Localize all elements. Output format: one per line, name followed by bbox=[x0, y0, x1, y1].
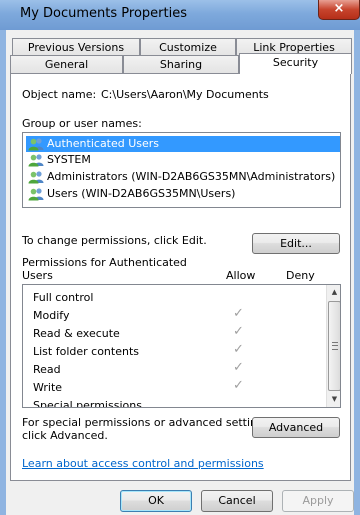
tab-label: Sharing bbox=[159, 58, 203, 71]
permissions-list[interactable]: Full control Modify Read & execute List … bbox=[22, 284, 341, 408]
user-group-icon bbox=[28, 154, 44, 167]
change-permissions-text: To change permissions, click Edit. bbox=[22, 234, 207, 247]
deny-column-header: Deny bbox=[286, 269, 315, 282]
list-item[interactable]: Users (WIN-D2AB6GS35MN\Users) bbox=[26, 186, 340, 202]
group-user-list[interactable]: Authenticated Users SYSTEM Administrator… bbox=[22, 132, 341, 208]
close-button[interactable]: × bbox=[318, 0, 360, 20]
title-bar[interactable]: My Documents Properties bbox=[0, 0, 360, 30]
apply-button[interactable]: Apply bbox=[282, 490, 354, 512]
tab-security[interactable]: Security bbox=[239, 53, 352, 74]
scroll-up-arrow-icon[interactable]: ▲ bbox=[327, 285, 340, 300]
list-item[interactable]: Administrators (WIN-D2AB6GS35MN\Administ… bbox=[26, 169, 340, 185]
learn-access-control-link[interactable]: Learn about access control and permissio… bbox=[22, 457, 264, 470]
scroll-down-arrow-icon[interactable]: ▼ bbox=[327, 392, 340, 407]
permission-name: Read & execute bbox=[33, 327, 120, 340]
group-name: Users (WIN-D2AB6GS35MN\Users) bbox=[47, 187, 236, 200]
tab-general[interactable]: General bbox=[10, 55, 123, 74]
permissions-for-label: Permissions for Authenticated bbox=[22, 256, 187, 269]
ok-button[interactable]: OK bbox=[120, 490, 192, 512]
allow-check-icon: ✓ bbox=[233, 360, 244, 375]
list-item[interactable]: SYSTEM bbox=[26, 152, 340, 168]
tab-label: Customize bbox=[159, 41, 217, 54]
tab-label: Previous Versions bbox=[27, 41, 125, 54]
group-label: Group or user names: bbox=[22, 117, 142, 130]
object-name-label: Object name: bbox=[22, 88, 97, 101]
edit-button[interactable]: Edit... bbox=[252, 233, 340, 254]
allow-check-icon: ✓ bbox=[233, 378, 244, 393]
scroll-grip-icon bbox=[332, 342, 338, 350]
permission-name: Special permissions bbox=[33, 399, 142, 408]
tab-label: General bbox=[44, 58, 89, 71]
object-name-value: C:\Users\Aaron\My Documents bbox=[101, 88, 269, 101]
permission-name: Modify bbox=[33, 309, 70, 322]
group-name: SYSTEM bbox=[47, 153, 91, 166]
advanced-button[interactable]: Advanced bbox=[252, 417, 340, 438]
user-group-icon bbox=[28, 188, 44, 201]
special-permissions-text-2: click Advanced. bbox=[22, 429, 108, 442]
group-name: Authenticated Users bbox=[47, 137, 160, 150]
close-icon: × bbox=[333, 1, 345, 16]
scroll-thumb[interactable] bbox=[328, 301, 340, 391]
allow-column-header: Allow bbox=[226, 269, 256, 282]
allow-check-icon: ✓ bbox=[233, 306, 244, 321]
window-frame-right bbox=[354, 30, 360, 515]
tab-label: Security bbox=[272, 56, 319, 69]
permission-name: Full control bbox=[33, 291, 94, 304]
special-permissions-text: For special permissions or advanced sett… bbox=[22, 416, 274, 429]
allow-check-icon: ✓ bbox=[233, 324, 244, 339]
cancel-button[interactable]: Cancel bbox=[201, 490, 273, 512]
vertical-scrollbar[interactable]: ▲ ▼ bbox=[326, 285, 340, 407]
user-group-icon bbox=[28, 138, 44, 151]
permission-name: List folder contents bbox=[33, 345, 139, 358]
permission-name: Read bbox=[33, 363, 61, 376]
group-name: Administrators (WIN-D2AB6GS35MN\Administ… bbox=[47, 170, 336, 183]
permissions-for-label-user: Users bbox=[22, 269, 53, 282]
allow-check-icon: ✓ bbox=[233, 342, 244, 357]
scroll-grip-line bbox=[332, 345, 338, 346]
permission-name: Write bbox=[33, 381, 63, 394]
list-item[interactable]: Authenticated Users bbox=[26, 136, 340, 152]
window-title: My Documents Properties bbox=[20, 6, 187, 21]
tab-sharing[interactable]: Sharing bbox=[123, 55, 239, 74]
user-group-icon bbox=[28, 171, 44, 184]
